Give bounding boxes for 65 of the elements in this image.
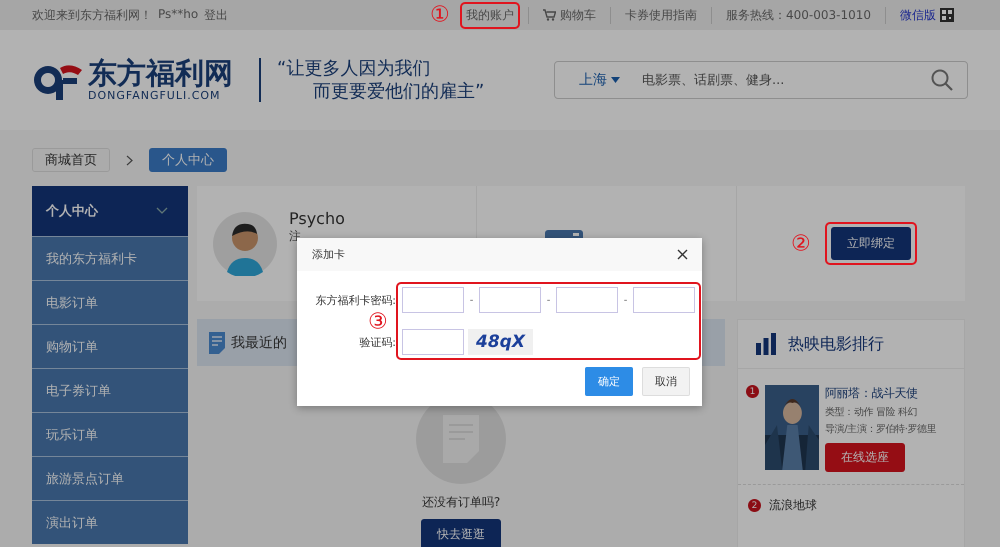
input-field[interactable] xyxy=(402,287,464,313)
slogan-line: 而更要爱他们的雇主” xyxy=(312,80,484,104)
input-field[interactable] xyxy=(633,287,695,313)
logout-link[interactable]: 登出 xyxy=(204,6,228,24)
chevron-icon xyxy=(156,207,168,215)
qr-code-icon xyxy=(940,8,954,22)
top-link[interactable]: 微信版 xyxy=(900,6,936,24)
slogan-line: “让更多人因为我们 xyxy=(277,56,432,80)
sidebar-item[interactable]: 演出订单 xyxy=(32,500,188,544)
caret-icon xyxy=(611,77,620,83)
input-field[interactable] xyxy=(556,287,618,313)
rank-badge: 1 xyxy=(746,385,759,398)
sidebar-header[interactable]: 个人中心 xyxy=(32,186,188,236)
sidebar-item[interactable]: 旅游景点订单 xyxy=(32,456,188,500)
separator-dash: - xyxy=(546,294,552,306)
confirm-button[interactable]: 确定 xyxy=(585,367,633,396)
city-dropdown[interactable]: 上海 xyxy=(569,71,620,89)
breadcrumb-item[interactable]: 商城首页 xyxy=(32,148,110,172)
sidebar-item[interactable]: 我的东方福利卡 xyxy=(32,236,188,280)
logo-domain: DONGFANGFULI.COM xyxy=(88,89,222,102)
welcome-text: 欢迎来到东方福利网！ xyxy=(32,6,152,24)
annotation-number: ③ xyxy=(368,310,388,335)
bar-chart-icon xyxy=(756,333,776,355)
close-icon[interactable] xyxy=(675,247,690,262)
user-name: Psycho xyxy=(289,208,345,228)
captcha-code[interactable]: 48qX xyxy=(468,329,533,355)
sidebar-item[interactable]: 电子券订单 xyxy=(32,368,188,412)
cancel-button[interactable]: 取消 xyxy=(642,367,690,396)
search-icon[interactable] xyxy=(931,69,953,91)
input-field[interactable] xyxy=(479,287,541,313)
annotation-number: ② xyxy=(791,231,811,256)
hotline-text: 服务热线：400-003-1010 xyxy=(726,6,871,24)
field-label: 验证码: xyxy=(359,334,396,350)
top-link[interactable]: 购物车 xyxy=(560,6,596,24)
movies-title: 热映电影排行 xyxy=(788,334,884,354)
sidebar-item[interactable]: 玩乐订单 xyxy=(32,412,188,456)
input-field[interactable] xyxy=(402,329,464,355)
cart-icon xyxy=(542,9,556,21)
document-icon xyxy=(209,332,225,354)
sidebar-item[interactable]: 电影订单 xyxy=(32,280,188,324)
empty-orders-text: 还没有订单吗? xyxy=(422,494,500,511)
top-link[interactable]: 卡券使用指南 xyxy=(624,6,697,24)
orders-title: 我最近的 xyxy=(231,334,287,352)
separator-dash: - xyxy=(622,294,628,306)
search-field[interactable]: 上海 电影票、话剧票、健身... xyxy=(554,61,968,99)
field-label: 东方福利卡密码: xyxy=(315,292,396,308)
chevron-right-icon xyxy=(126,154,133,166)
movie-title[interactable]: 阿丽塔：战斗天使 xyxy=(825,385,936,402)
avatar-icon xyxy=(213,212,277,276)
breadcrumb-item[interactable]: 个人中心 xyxy=(149,148,227,172)
annotation-number: ① xyxy=(430,2,450,28)
annotation-frame xyxy=(460,2,520,28)
rank-badge: 2 xyxy=(748,499,761,512)
top-link[interactable]: 我的账户 xyxy=(466,6,514,24)
select-seat-button[interactable]: 在线选座 xyxy=(825,443,905,472)
sidebar-item[interactable]: 购物订单 xyxy=(32,324,188,368)
logo-name: 东方福利网 xyxy=(88,58,233,90)
shop-button[interactable]: 快去逛逛 xyxy=(421,519,501,547)
username: Ps**ho xyxy=(158,6,198,22)
movie-genre: 类型：动作 冒险 科幻 xyxy=(825,406,918,419)
bind-button[interactable]: 立即绑定 xyxy=(831,227,911,260)
movie-cast: 导演/主演：罗伯特·罗德里 xyxy=(825,422,936,436)
movie-title[interactable]: 流浪地球 xyxy=(769,497,817,514)
separator-dash: - xyxy=(468,294,474,306)
dialog-title: 添加卡 xyxy=(312,247,345,262)
